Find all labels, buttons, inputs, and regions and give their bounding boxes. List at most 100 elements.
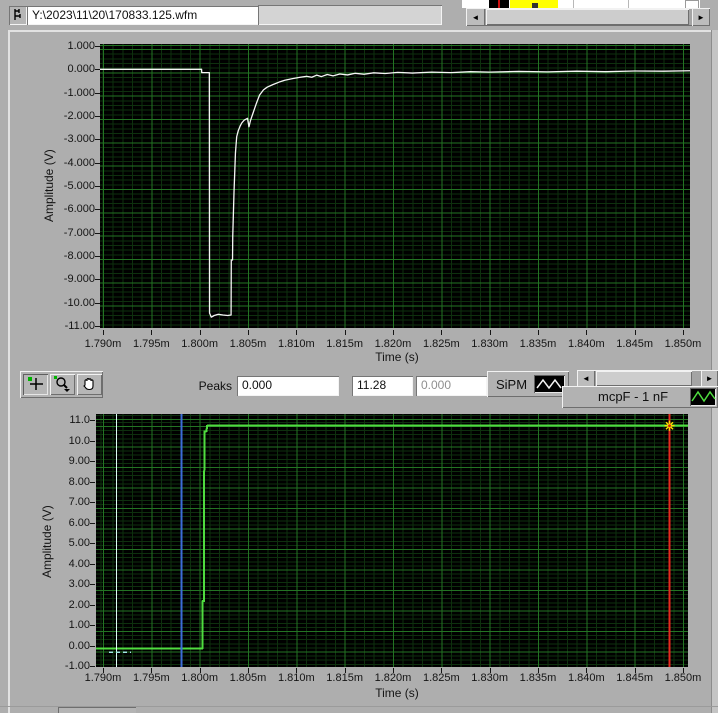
trace-mcpf---1-nf <box>96 424 688 650</box>
graph-palette <box>20 371 103 398</box>
bottom-trace-layer <box>96 414 688 667</box>
x-tick-label: 1.850m <box>664 338 702 350</box>
y-tick-label: 5.00 <box>68 537 90 549</box>
x-tick-label: 1.835m <box>519 672 557 684</box>
y-tick-label: 2.00 <box>68 598 90 611</box>
scrollbar-thumb[interactable] <box>596 371 692 386</box>
y-tick-label: -7.000 <box>63 226 95 239</box>
top-waveform-graph[interactable] <box>100 44 690 328</box>
cursor-marker <box>664 420 675 431</box>
y-tick-mark <box>90 584 95 585</box>
pan-tool-button[interactable] <box>77 374 102 395</box>
x-tick-mark <box>538 330 539 335</box>
x-tick-mark <box>151 668 152 673</box>
y-tick-mark <box>95 326 100 327</box>
table-separator <box>628 0 629 8</box>
top-graph-x-axis-title: Time (s) <box>375 350 419 364</box>
legend-cell-yellow[interactable] <box>510 0 558 8</box>
sipm-legend[interactable]: SiPM <box>487 371 569 397</box>
mcp-legend[interactable]: mcpF - 1 nF <box>562 386 718 408</box>
y-tick-mark <box>90 420 95 421</box>
cursor-tool-button[interactable] <box>23 374 48 395</box>
y-tick-label: 1.000 <box>67 40 95 52</box>
x-tick-mark <box>345 330 346 335</box>
sipm-waveform-icon[interactable] <box>534 375 565 393</box>
y-tick-mark <box>90 625 95 626</box>
left-arrow-icon: ◄ <box>582 374 590 383</box>
x-tick-mark <box>635 330 636 335</box>
x-tick-mark <box>248 668 249 673</box>
x-tick-mark <box>683 330 684 335</box>
x-tick-label: 1.790m <box>84 672 122 684</box>
x-tick-label: 1.845m <box>616 672 653 684</box>
y-tick-mark <box>90 523 95 524</box>
y-tick-label: -9.000 <box>63 273 95 286</box>
x-tick-label: 1.810m <box>277 672 315 684</box>
right-arrow-icon: ► <box>705 374 714 383</box>
peak-value-1[interactable]: 0.000 <box>237 376 339 396</box>
y-tick-mark <box>95 186 100 187</box>
x-tick-mark <box>441 668 442 673</box>
scrollbar-thumb[interactable] <box>486 9 689 25</box>
scroll-right-button[interactable]: ► <box>701 370 718 387</box>
y-tick-label: -1.00 <box>64 660 90 672</box>
empty-string-field[interactable] <box>258 5 442 25</box>
x-tick-label: 1.800m <box>181 672 218 684</box>
y-tick-mark <box>95 233 100 234</box>
x-tick-mark <box>103 668 104 673</box>
legend-cell-black[interactable] <box>489 0 509 8</box>
mcp-waveform-icon[interactable] <box>690 388 716 406</box>
x-tick-mark <box>393 330 394 335</box>
peak-value-2[interactable]: 11.28 <box>352 376 413 396</box>
mcp-legend-label: mcpF - 1 nF <box>598 389 669 404</box>
top-trace-layer <box>100 68 690 318</box>
path-type-button[interactable] <box>9 6 27 25</box>
x-tick-label: 1.830m <box>471 338 508 350</box>
y-tick-mark <box>95 279 100 280</box>
plot-legend-scrollbar[interactable]: ◄ ► <box>577 370 718 387</box>
x-tick-mark <box>635 668 636 673</box>
legend-scrollbar[interactable]: ◄ ► <box>466 8 710 26</box>
y-tick-mark <box>95 256 100 257</box>
scroll-right-button[interactable]: ► <box>692 8 710 26</box>
y-tick-mark <box>90 461 95 462</box>
x-tick-label: 1.845m <box>616 338 653 350</box>
y-tick-label: -2.000 <box>63 109 95 122</box>
waveform-path-field[interactable]: Y:\2023\11\20\170833.125.wfm <box>27 6 261 25</box>
y-tick-mark <box>95 139 100 140</box>
y-tick-mark <box>90 441 95 442</box>
x-tick-label: 1.810m <box>277 338 315 350</box>
x-tick-mark <box>393 668 394 673</box>
y-tick-mark <box>95 116 100 117</box>
y-tick-label: 11.0 <box>69 414 90 426</box>
x-tick-label: 1.820m <box>374 338 412 350</box>
y-tick-mark <box>95 93 100 94</box>
x-tick-label: 1.790m <box>84 338 122 350</box>
waveform-path-text: Y:\2023\11\20\170833.125.wfm <box>32 8 198 22</box>
scroll-left-button[interactable]: ◄ <box>577 370 595 387</box>
x-tick-label: 1.795m <box>132 338 170 350</box>
y-tick-label: -11.00 <box>64 319 95 332</box>
x-tick-mark <box>103 330 104 335</box>
x-tick-label: 1.825m <box>422 338 460 350</box>
x-tick-label: 1.830m <box>471 672 508 684</box>
zoom-tool-button[interactable] <box>50 374 75 395</box>
labview-front-panel: Y:\2023\11\20\170833.125.wfm current wfm… <box>0 0 718 713</box>
y-tick-mark <box>90 482 95 483</box>
y-tick-mark <box>95 46 100 47</box>
y-tick-mark <box>95 163 100 164</box>
y-tick-label: 9.00 <box>68 455 90 467</box>
y-tick-mark <box>90 543 95 544</box>
bottom-waveform-graph[interactable] <box>96 414 688 667</box>
x-tick-label: 1.815m <box>326 338 363 350</box>
bottom-graph-x-axis-title: Time (s) <box>375 686 419 700</box>
x-tick-mark <box>200 668 201 673</box>
y-tick-mark <box>95 303 100 304</box>
x-tick-mark <box>586 330 587 335</box>
x-tick-label: 1.800m <box>181 338 218 350</box>
y-tick-label: 1.00 <box>68 619 90 631</box>
y-tick-mark <box>90 564 95 565</box>
scroll-left-button[interactable]: ◄ <box>466 8 485 26</box>
y-tick-label: 0.000 <box>67 63 95 76</box>
peak-value-3: 0.000 <box>416 376 487 396</box>
